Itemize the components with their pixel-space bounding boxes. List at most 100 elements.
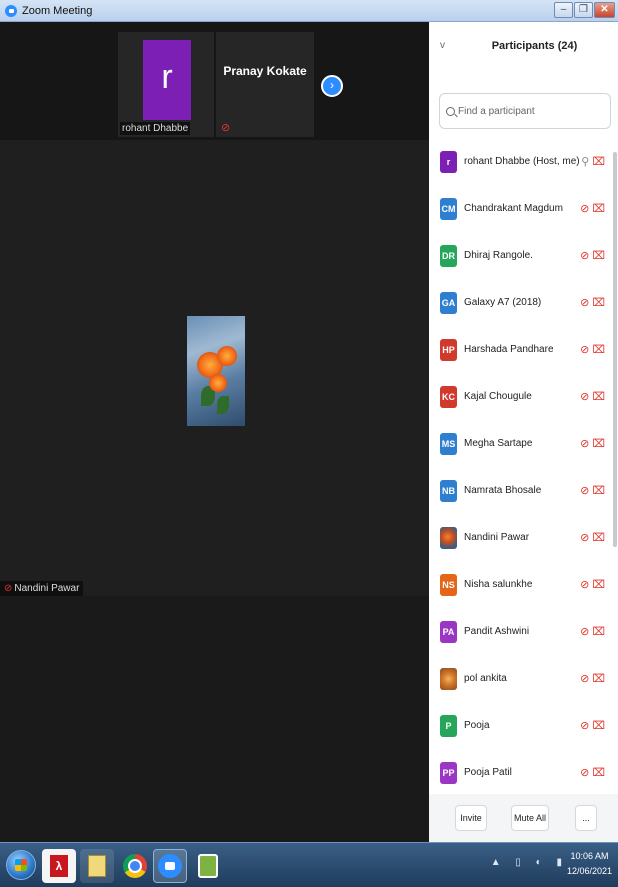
video-area: r rohant Dhabbe Pranay Kokate ⊘ › ⊘ Nandi…: [0, 22, 429, 842]
participant-row[interactable]: NB Namrata Bhosale ⊘⌧: [429, 467, 618, 514]
participant-name: Galaxy A7 (2018): [464, 297, 542, 308]
avatar: DR: [440, 244, 457, 267]
thumbnail-strip: r rohant Dhabbe Pranay Kokate ⊘ ›: [0, 22, 429, 140]
next-page-button[interactable]: ›: [321, 75, 343, 97]
audio-video-status: ⊘⌧: [580, 625, 608, 638]
avatar: HP: [440, 338, 457, 361]
audio-video-status: ⚲⌧: [581, 155, 608, 168]
zoom-taskbar-icon[interactable]: [153, 849, 187, 883]
minimize-button[interactable]: –: [554, 2, 573, 18]
participant-row[interactable]: DR Dhiraj Rangole. ⊘⌧: [429, 232, 618, 279]
participant-row[interactable]: NS Nisha salunkhe ⊘⌧: [429, 561, 618, 608]
more-button[interactable]: ...: [575, 805, 597, 831]
thumbnail-name: rohant Dhabbe: [120, 122, 191, 135]
scrollbar[interactable]: [613, 152, 617, 547]
avatar: r: [440, 150, 457, 173]
audio-video-status: ⊘⌧: [580, 296, 608, 309]
avatar: KC: [440, 385, 457, 408]
video-off-icon: ⌧: [592, 344, 608, 356]
speaker-name-tag: ⊘ Nandini Pawar: [0, 581, 84, 596]
muted-mic-icon: ⊘: [580, 720, 593, 732]
participant-name: Kajal Chougule: [464, 391, 532, 402]
invite-button[interactable]: Invite: [455, 805, 487, 831]
muted-mic-icon: ⊘: [221, 122, 231, 134]
profile-picture: [187, 316, 245, 426]
acrobat-taskbar-icon[interactable]: λ: [42, 849, 76, 883]
participant-row[interactable]: HP Harshada Pandhare ⊘⌧: [429, 326, 618, 373]
audio-video-status: ⊘⌧: [580, 484, 608, 497]
participant-row[interactable]: r rohant Dhabbe (Host, me) ⚲⌧: [429, 138, 618, 185]
video-off-icon: ⌧: [592, 250, 608, 262]
clock-date: 12/06/2021: [566, 866, 612, 876]
audio-video-status: ⊘⌧: [580, 766, 608, 779]
android-taskbar-icon[interactable]: [191, 849, 225, 883]
avatar: r: [143, 40, 191, 120]
participant-row[interactable]: PA Pandit Ashwini ⊘⌧: [429, 608, 618, 655]
participant-row[interactable]: Nandini Pawar ⊘⌧: [429, 514, 618, 561]
participant-row[interactable]: KC Kajal Chougule ⊘⌧: [429, 373, 618, 420]
participant-row[interactable]: MS Megha Sartape ⊘⌧: [429, 420, 618, 467]
avatar: GA: [440, 291, 457, 314]
participant-row[interactable]: pol ankita ⊘⌧: [429, 655, 618, 702]
mute-all-button[interactable]: Mute All: [511, 805, 549, 831]
start-button[interactable]: [6, 850, 36, 880]
video-off-icon: ⌧: [592, 767, 608, 779]
participant-row[interactable]: PP Pooja Patil ⊘⌧: [429, 749, 618, 796]
windows-logo-icon: [15, 859, 27, 871]
video-off-icon: ⌧: [592, 720, 608, 732]
chrome-taskbar-icon[interactable]: [118, 849, 152, 883]
audio-video-status: ⊘⌧: [580, 437, 608, 450]
muted-mic-icon: ⊘: [580, 485, 593, 497]
muted-mic-icon: ⊘: [580, 673, 593, 685]
search-icon: [446, 106, 455, 116]
participants-panel: v Participants (24) r rohant Dhabbe (Host…: [429, 22, 618, 842]
audio-video-status: ⊘⌧: [580, 249, 608, 262]
avatar: CM: [440, 197, 457, 220]
window-controls: – ❐ ✕: [554, 2, 615, 18]
panel-title: Participants (24): [491, 40, 578, 52]
video-off-icon: ⌧: [592, 297, 608, 309]
audio-video-status: ⊘⌧: [580, 531, 608, 544]
avatar: [440, 526, 457, 549]
participant-name: Nandini Pawar: [464, 532, 530, 543]
maximize-button[interactable]: ❐: [574, 2, 593, 18]
thumbnail-name: Pranay Kokate: [223, 64, 307, 78]
muted-mic-icon: ⊘: [580, 203, 593, 215]
video-off-icon: ⌧: [592, 579, 608, 591]
participant-name: Pooja Patil: [464, 767, 512, 778]
clock[interactable]: 10:06 AM 12/06/2021: [567, 849, 612, 879]
system-tray-icons[interactable]: ▲ ▯ ◐ ▮: [491, 857, 568, 868]
muted-mic-icon: ⊘: [580, 391, 593, 403]
participant-row[interactable]: P Pooja ⊘⌧: [429, 702, 618, 749]
file-explorer-taskbar-icon[interactable]: [80, 849, 114, 883]
participant-row[interactable]: CM Chandrakant Magdum ⊘⌧: [429, 185, 618, 232]
zoom-app-icon: [5, 4, 17, 17]
audio-video-status: ⊘⌧: [580, 578, 608, 591]
video-thumbnail[interactable]: Pranay Kokate ⊘: [216, 32, 314, 137]
avatar: PP: [440, 761, 457, 784]
active-speaker-video[interactable]: ⊘ Nandini Pawar: [0, 140, 429, 596]
participant-name: Pandit Ashwini: [464, 626, 530, 637]
muted-mic-icon: ⊘: [580, 767, 593, 779]
search-input[interactable]: [458, 105, 598, 117]
participant-name: pol ankita: [464, 673, 507, 684]
avatar: NB: [440, 479, 457, 502]
muted-mic-icon: ⊘: [580, 579, 593, 591]
muted-mic-icon: ⊘: [580, 532, 593, 544]
close-button[interactable]: ✕: [594, 2, 615, 18]
participant-name: Dhiraj Rangole.: [464, 250, 533, 261]
mic-icon: ⚲: [581, 156, 593, 168]
participant-search[interactable]: [439, 93, 611, 129]
video-thumbnail[interactable]: r rohant Dhabbe: [118, 32, 214, 137]
muted-mic-icon: ⊘: [580, 297, 593, 309]
window-title: Zoom Meeting: [22, 4, 93, 17]
participant-row[interactable]: GA Galaxy A7 (2018) ⊘⌧: [429, 279, 618, 326]
audio-video-status: ⊘⌧: [580, 202, 608, 215]
video-off-icon: ⌧: [592, 485, 608, 497]
participant-name: Chandrakant Magdum: [464, 203, 563, 214]
avatar: [440, 667, 457, 690]
avatar: P: [440, 714, 457, 737]
participant-name: Megha Sartape: [464, 438, 533, 449]
video-off-icon: ⌧: [592, 532, 608, 544]
participant-name: rohant Dhabbe (Host, me): [464, 156, 580, 167]
